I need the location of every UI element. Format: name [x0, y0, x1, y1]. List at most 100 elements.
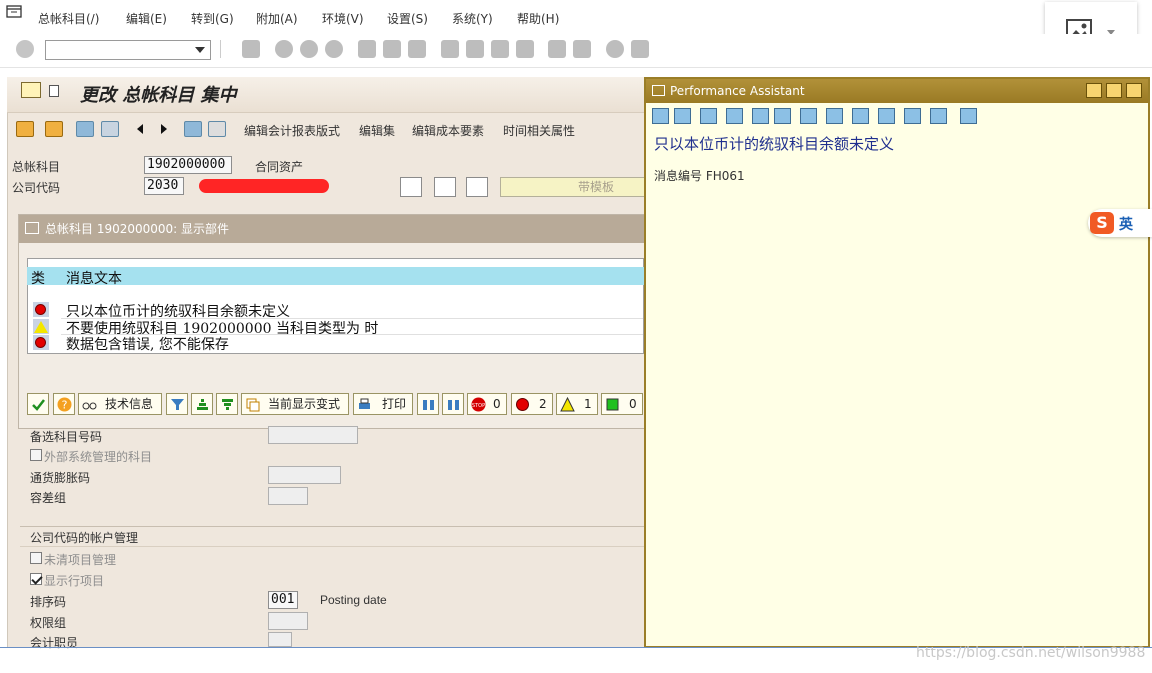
ext-system-checkbox[interactable] [30, 449, 42, 461]
find-next-icon[interactable] [408, 40, 426, 58]
menu-help[interactable]: 帮助(H) [517, 10, 559, 27]
previous-icon[interactable] [132, 121, 150, 137]
window-icon[interactable] [652, 85, 665, 96]
tolerance-group-field [268, 487, 308, 505]
error-filter-button[interactable]: 2 [511, 393, 553, 415]
command-field[interactable] [45, 40, 211, 60]
chevron-down-icon[interactable] [195, 47, 205, 53]
note-icon[interactable] [852, 108, 869, 124]
new-session-icon[interactable] [548, 40, 566, 58]
copy-icon[interactable] [16, 121, 34, 137]
open-item-checkbox[interactable] [30, 552, 42, 564]
column-header-type[interactable]: 类 [31, 268, 45, 288]
layout-icon[interactable] [878, 108, 895, 124]
back-icon[interactable] [275, 40, 293, 58]
gl-account-field[interactable]: 1902000000 [144, 156, 232, 174]
section-divider [20, 526, 647, 527]
window-icon[interactable] [25, 222, 39, 234]
edit-cost-element-button[interactable]: 编辑成本要素 [412, 122, 484, 139]
menu-system[interactable]: 系统(Y) [452, 10, 493, 27]
shortcut-icon[interactable] [573, 40, 591, 58]
layout-icon [246, 398, 260, 412]
company-code-field[interactable]: 2030 [144, 177, 184, 195]
where-used-icon[interactable] [184, 121, 202, 137]
column-header-text[interactable]: 消息文本 [66, 268, 122, 288]
sort-descending-button[interactable] [216, 393, 238, 415]
find-button[interactable] [417, 393, 439, 415]
minimize-icon[interactable] [1086, 83, 1102, 98]
print-icon[interactable] [904, 108, 921, 124]
enter-icon[interactable] [16, 40, 34, 58]
print-button[interactable]: 打印 [353, 393, 413, 415]
menu-gl-account[interactable]: 总帐科目(/) [38, 10, 99, 27]
forward-icon[interactable] [674, 108, 691, 124]
tech-info-icon[interactable] [800, 108, 817, 124]
menu-extras[interactable]: 附加(A) [256, 10, 298, 27]
redo-icon[interactable] [101, 121, 119, 137]
line-items-checkbox[interactable] [30, 573, 42, 585]
find-icon[interactable] [930, 108, 947, 124]
filter-button[interactable] [166, 393, 188, 415]
accounting-clerk-label: 会计职员 [30, 636, 79, 650]
confirm-button[interactable] [27, 393, 49, 415]
maximize-icon[interactable] [1106, 83, 1122, 98]
binoculars-icon [423, 400, 434, 410]
next-icon[interactable] [155, 121, 173, 137]
book-icon[interactable] [826, 108, 843, 124]
sort-key-field[interactable]: 001 [268, 591, 298, 609]
help-button[interactable]: ? [53, 393, 75, 415]
find-next-button[interactable] [442, 393, 464, 415]
warning-filter-button[interactable]: 1 [556, 393, 598, 415]
toolbar-separator [220, 40, 221, 58]
edit-pencil-icon[interactable] [434, 177, 456, 197]
ime-indicator[interactable]: S 英 [1088, 209, 1152, 237]
glasses-icon [82, 402, 97, 410]
stop-filter-button[interactable]: STOP 0 [467, 393, 507, 415]
prev-page-icon[interactable] [466, 40, 484, 58]
with-template-button[interactable]: 带模板 [500, 177, 645, 197]
current-layout-button[interactable]: 当前显示变式 [241, 393, 349, 415]
display-icon[interactable] [400, 177, 422, 197]
auth-group-field[interactable] [268, 612, 308, 630]
print-label: 打印 [382, 397, 407, 411]
overview-icon[interactable] [21, 82, 41, 98]
edit-set-button[interactable]: 编辑集 [359, 122, 395, 139]
link-icon[interactable] [774, 108, 791, 124]
undo-icon[interactable] [76, 121, 94, 137]
menu-environment[interactable]: 环境(V) [322, 10, 364, 27]
close-icon[interactable] [1126, 83, 1142, 98]
help-icon[interactable] [606, 40, 624, 58]
time-dependent-attributes-button[interactable]: 时间相关属性 [503, 122, 575, 139]
sort-key-label: 排序码 [30, 595, 67, 609]
layout-menu-icon[interactable] [631, 40, 649, 58]
success-filter-button[interactable]: 0 [601, 393, 643, 415]
menu-edit[interactable]: 编辑(E) [126, 10, 167, 27]
exit-icon[interactable] [300, 40, 318, 58]
menu-goto[interactable]: 转到(G) [191, 10, 234, 27]
document-icon[interactable] [49, 85, 59, 97]
print-icon[interactable] [358, 40, 376, 58]
menu-system-icon[interactable] [6, 5, 24, 19]
save-icon[interactable] [242, 40, 260, 58]
cancel-icon[interactable] [325, 40, 343, 58]
next-page-icon[interactable] [491, 40, 509, 58]
create-icon[interactable] [466, 177, 488, 197]
first-page-icon[interactable] [441, 40, 459, 58]
message-row[interactable]: 数据包含错误, 您不能保存 [66, 334, 229, 354]
find-icon[interactable] [383, 40, 401, 58]
accounting-clerk-field[interactable] [268, 632, 292, 647]
error-count: 2 [539, 397, 547, 411]
home-icon[interactable] [700, 108, 717, 124]
redaction-mark [199, 179, 329, 193]
technical-info-button[interactable]: 技术信息 [78, 393, 162, 415]
edit-fs-version-button[interactable]: 编辑会计报表版式 [244, 122, 340, 139]
close-panel-icon[interactable] [960, 108, 977, 124]
info-icon[interactable] [208, 121, 226, 137]
change-display-icon[interactable] [45, 121, 63, 137]
back-icon[interactable] [652, 108, 669, 124]
last-page-icon[interactable] [516, 40, 534, 58]
sort-ascending-button[interactable] [191, 393, 213, 415]
hierarchy-icon[interactable] [726, 108, 743, 124]
menu-settings[interactable]: 设置(S) [387, 10, 428, 27]
edit-icon[interactable] [752, 108, 769, 124]
